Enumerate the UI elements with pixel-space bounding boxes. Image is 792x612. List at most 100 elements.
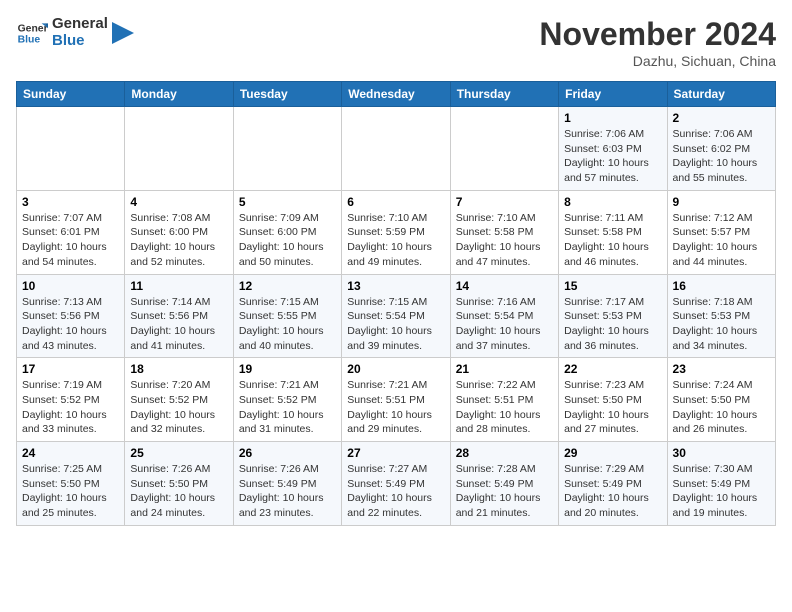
day-info: Sunrise: 7:07 AM Sunset: 6:01 PM Dayligh… (22, 211, 119, 270)
calendar-cell: 1Sunrise: 7:06 AM Sunset: 6:03 PM Daylig… (559, 107, 667, 191)
calendar-cell: 8 Sunrise: 7:11 AM Sunset: 5:58 PM Daylig… (559, 190, 667, 274)
day-info: Sunrise: 7:22 AM Sunset: 5:51 PM Dayligh… (456, 378, 553, 437)
logo-blue: Blue (52, 33, 108, 50)
weekday-header-wednesday: Wednesday (342, 82, 450, 107)
calendar-table: SundayMondayTuesdayWednesdayThursdayFrid… (16, 81, 776, 526)
day-info: Sunrise: 7:08 AM Sunset: 6:00 PM Dayligh… (130, 211, 227, 270)
day-info: Sunrise: 7:11 AM Sunset: 5:58 PM Dayligh… (564, 211, 661, 270)
day-number: 8 (564, 195, 661, 209)
day-info: Sunrise: 7:21 AM Sunset: 5:52 PM Dayligh… (239, 378, 336, 437)
logo-general: General (52, 16, 108, 33)
day-number: 25 (130, 446, 227, 460)
calendar-cell: 28 Sunrise: 7:28 AM Sunset: 5:49 PM Dayli… (450, 442, 558, 526)
calendar-cell: 17Sunrise: 7:19 AM Sunset: 5:52 PM Dayli… (17, 358, 125, 442)
logo-arrow-icon (112, 22, 134, 44)
calendar-week-5: 24Sunrise: 7:25 AM Sunset: 5:50 PM Dayli… (17, 442, 776, 526)
calendar-cell: 18Sunrise: 7:20 AM Sunset: 5:52 PM Dayli… (125, 358, 233, 442)
day-number: 19 (239, 362, 336, 376)
calendar-cell: 22 Sunrise: 7:23 AM Sunset: 5:50 PM Dayli… (559, 358, 667, 442)
weekday-header-row: SundayMondayTuesdayWednesdayThursdayFrid… (17, 82, 776, 107)
day-info: Sunrise: 7:16 AM Sunset: 5:54 PM Dayligh… (456, 295, 553, 354)
calendar-cell (342, 107, 450, 191)
day-number: 4 (130, 195, 227, 209)
day-info: Sunrise: 7:19 AM Sunset: 5:52 PM Dayligh… (22, 378, 119, 437)
day-number: 13 (347, 279, 444, 293)
day-info: Sunrise: 7:09 AM Sunset: 6:00 PM Dayligh… (239, 211, 336, 270)
day-number: 7 (456, 195, 553, 209)
day-info: Sunrise: 7:06 AM Sunset: 6:02 PM Dayligh… (673, 127, 770, 186)
day-number: 12 (239, 279, 336, 293)
day-number: 6 (347, 195, 444, 209)
day-number: 11 (130, 279, 227, 293)
day-info: Sunrise: 7:26 AM Sunset: 5:50 PM Dayligh… (130, 462, 227, 521)
day-info: Sunrise: 7:15 AM Sunset: 5:54 PM Dayligh… (347, 295, 444, 354)
weekday-header-thursday: Thursday (450, 82, 558, 107)
calendar-cell: 5 Sunrise: 7:09 AM Sunset: 6:00 PM Daylig… (233, 190, 341, 274)
day-info: Sunrise: 7:13 AM Sunset: 5:56 PM Dayligh… (22, 295, 119, 354)
calendar-week-1: 1Sunrise: 7:06 AM Sunset: 6:03 PM Daylig… (17, 107, 776, 191)
calendar-cell: 27 Sunrise: 7:27 AM Sunset: 5:49 PM Dayli… (342, 442, 450, 526)
calendar-cell: 30Sunrise: 7:30 AM Sunset: 5:49 PM Dayli… (667, 442, 775, 526)
day-number: 27 (347, 446, 444, 460)
day-number: 1 (564, 111, 661, 125)
calendar-cell: 23 Sunrise: 7:24 AM Sunset: 5:50 PM Dayli… (667, 358, 775, 442)
day-info: Sunrise: 7:29 AM Sunset: 5:49 PM Dayligh… (564, 462, 661, 521)
calendar-cell (233, 107, 341, 191)
day-number: 9 (673, 195, 770, 209)
day-info: Sunrise: 7:25 AM Sunset: 5:50 PM Dayligh… (22, 462, 119, 521)
calendar-cell (125, 107, 233, 191)
svg-text:General: General (18, 23, 48, 34)
logo-icon: General Blue (16, 17, 48, 49)
calendar-cell: 12Sunrise: 7:15 AM Sunset: 5:55 PM Dayli… (233, 274, 341, 358)
calendar-cell: 29 Sunrise: 7:29 AM Sunset: 5:49 PM Dayli… (559, 442, 667, 526)
day-number: 21 (456, 362, 553, 376)
day-info: Sunrise: 7:10 AM Sunset: 5:58 PM Dayligh… (456, 211, 553, 270)
weekday-header-friday: Friday (559, 82, 667, 107)
calendar-cell: 13 Sunrise: 7:15 AM Sunset: 5:54 PM Dayli… (342, 274, 450, 358)
day-info: Sunrise: 7:27 AM Sunset: 5:49 PM Dayligh… (347, 462, 444, 521)
day-info: Sunrise: 7:23 AM Sunset: 5:50 PM Dayligh… (564, 378, 661, 437)
calendar-cell: 6 Sunrise: 7:10 AM Sunset: 5:59 PM Daylig… (342, 190, 450, 274)
calendar-cell: 20 Sunrise: 7:21 AM Sunset: 5:51 PM Dayli… (342, 358, 450, 442)
day-number: 5 (239, 195, 336, 209)
day-info: Sunrise: 7:28 AM Sunset: 5:49 PM Dayligh… (456, 462, 553, 521)
day-number: 14 (456, 279, 553, 293)
calendar-cell: 10Sunrise: 7:13 AM Sunset: 5:56 PM Dayli… (17, 274, 125, 358)
calendar-cell (450, 107, 558, 191)
weekday-header-saturday: Saturday (667, 82, 775, 107)
calendar-cell: 9Sunrise: 7:12 AM Sunset: 5:57 PM Daylig… (667, 190, 775, 274)
day-info: Sunrise: 7:24 AM Sunset: 5:50 PM Dayligh… (673, 378, 770, 437)
calendar-cell: 15Sunrise: 7:17 AM Sunset: 5:53 PM Dayli… (559, 274, 667, 358)
weekday-header-monday: Monday (125, 82, 233, 107)
day-number: 23 (673, 362, 770, 376)
page-header: General Blue General Blue November 2024 … (16, 16, 776, 69)
day-number: 16 (673, 279, 770, 293)
day-number: 30 (673, 446, 770, 460)
calendar-cell: 7 Sunrise: 7:10 AM Sunset: 5:58 PM Daylig… (450, 190, 558, 274)
svg-text:Blue: Blue (18, 34, 41, 45)
month-title: November 2024 (539, 16, 776, 53)
calendar-cell: 11 Sunrise: 7:14 AM Sunset: 5:56 PM Dayli… (125, 274, 233, 358)
day-info: Sunrise: 7:26 AM Sunset: 5:49 PM Dayligh… (239, 462, 336, 521)
day-info: Sunrise: 7:10 AM Sunset: 5:59 PM Dayligh… (347, 211, 444, 270)
day-number: 2 (673, 111, 770, 125)
calendar-week-3: 10Sunrise: 7:13 AM Sunset: 5:56 PM Dayli… (17, 274, 776, 358)
day-number: 18 (130, 362, 227, 376)
calendar-cell: 21 Sunrise: 7:22 AM Sunset: 5:51 PM Dayli… (450, 358, 558, 442)
day-number: 29 (564, 446, 661, 460)
day-number: 26 (239, 446, 336, 460)
calendar-week-4: 17Sunrise: 7:19 AM Sunset: 5:52 PM Dayli… (17, 358, 776, 442)
day-info: Sunrise: 7:18 AM Sunset: 5:53 PM Dayligh… (673, 295, 770, 354)
day-number: 22 (564, 362, 661, 376)
title-block: November 2024 Dazhu, Sichuan, China (539, 16, 776, 69)
calendar-cell: 2 Sunrise: 7:06 AM Sunset: 6:02 PM Daylig… (667, 107, 775, 191)
day-number: 20 (347, 362, 444, 376)
calendar-cell: 14 Sunrise: 7:16 AM Sunset: 5:54 PM Dayli… (450, 274, 558, 358)
day-number: 15 (564, 279, 661, 293)
day-number: 28 (456, 446, 553, 460)
day-info: Sunrise: 7:21 AM Sunset: 5:51 PM Dayligh… (347, 378, 444, 437)
location: Dazhu, Sichuan, China (539, 53, 776, 69)
day-info: Sunrise: 7:14 AM Sunset: 5:56 PM Dayligh… (130, 295, 227, 354)
calendar-cell: 16 Sunrise: 7:18 AM Sunset: 5:53 PM Dayli… (667, 274, 775, 358)
calendar-cell: 4 Sunrise: 7:08 AM Sunset: 6:00 PM Daylig… (125, 190, 233, 274)
